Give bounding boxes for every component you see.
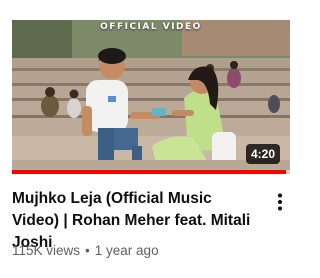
video-thumbnail[interactable]: OFFICIAL VIDEO 4:20: [12, 20, 290, 174]
video-card[interactable]: OFFICIAL VIDEO 4:20 Mujhko Leja (Officia…: [0, 0, 300, 278]
thumbnail-caption: OFFICIAL VIDEO: [100, 22, 202, 32]
upload-age: 1 year ago: [94, 243, 159, 258]
watch-progress-bar: [12, 170, 290, 174]
view-count: 115K views: [12, 243, 81, 258]
meta-separator: •: [85, 243, 90, 258]
duration-badge: 4:20: [245, 144, 280, 164]
watch-progress-fill: [12, 170, 286, 174]
video-metadata: 115K views • 1 year ago: [12, 242, 159, 260]
more-vertical-icon: [278, 193, 282, 211]
more-options-button[interactable]: [268, 188, 292, 216]
